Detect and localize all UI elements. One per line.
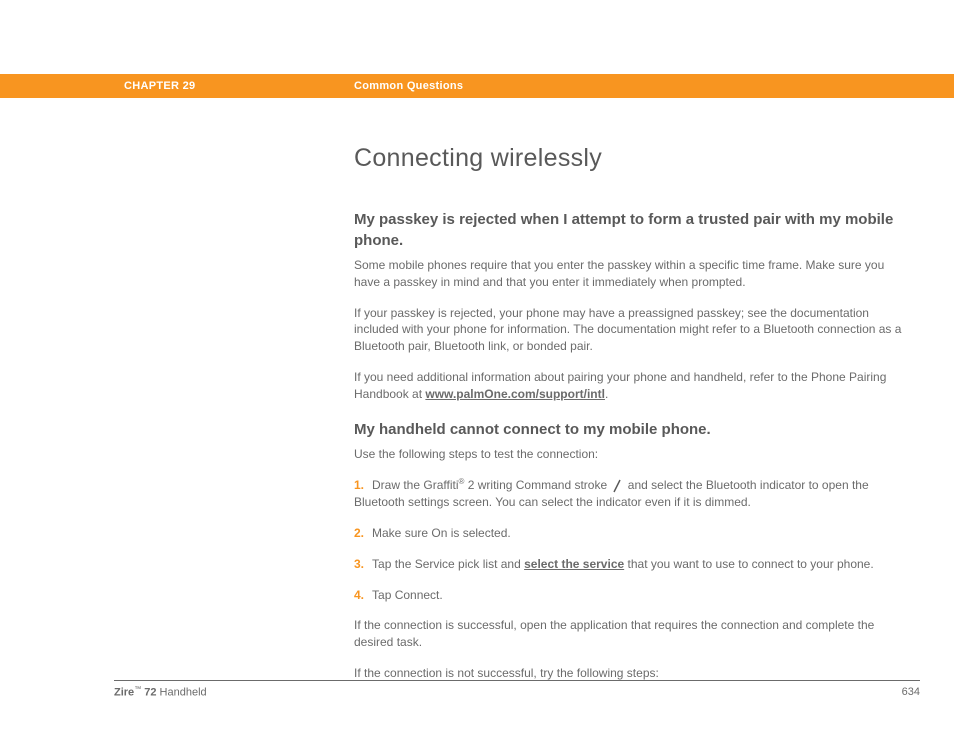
step-3: 3. Tap the Service pick list and select t… [354,556,909,573]
command-stroke-icon [612,479,622,493]
step-4-text: Tap Connect. [372,588,443,602]
page-number: 634 [902,686,920,699]
success-paragraph: If the connection is successful, open th… [354,617,909,651]
step-number: 1. [354,478,364,492]
select-service-link[interactable]: select the service [524,557,624,571]
page-title: Connecting wirelessly [354,144,909,173]
chapter-header-bar: CHAPTER 29 Common Questions [0,74,954,98]
footer-divider [114,680,920,681]
page-footer: Zire™ 72 Handheld 634 [114,686,920,699]
step-1: 1.Draw the Graffiti® 2 writing Command s… [354,476,909,511]
question-1-paragraph-2: If your passkey is rejected, your phone … [354,305,909,355]
step-2: 2. Make sure On is selected. [354,525,909,542]
main-content: Connecting wirelessly My passkey is reje… [354,144,909,696]
chapter-label: CHAPTER 29 [124,80,195,92]
question-1-paragraph-1: Some mobile phones require that you ente… [354,257,909,291]
question-1-title: My passkey is rejected when I attempt to… [354,209,909,251]
step-number: 3. [354,557,364,571]
step-number: 4. [354,588,364,602]
step-1-text-before: Draw the Graffiti [372,478,458,492]
question-2-title: My handheld cannot connect to my mobile … [354,419,909,440]
question-1-paragraph-3: If you need additional information about… [354,369,909,403]
step-2-text: Make sure On is selected. [372,526,511,540]
device-type: Handheld [160,687,207,699]
question-2-intro: Use the following steps to test the conn… [354,446,909,463]
text-after-link: . [605,387,608,401]
step-1-text-mid: 2 writing Command stroke [464,478,610,492]
brand-name: Zire [114,687,134,699]
step-4: 4. Tap Connect. [354,587,909,604]
footer-device-label: Zire™ 72 Handheld [114,686,207,699]
section-label: Common Questions [354,80,463,92]
step-number: 2. [354,526,364,540]
step-3-text-after: that you want to use to connect to your … [624,557,874,571]
palmone-support-link[interactable]: www.palmOne.com/support/intl [425,387,605,401]
model-number: 72 [141,687,159,699]
step-3-text-before: Tap the Service pick list and [372,557,524,571]
